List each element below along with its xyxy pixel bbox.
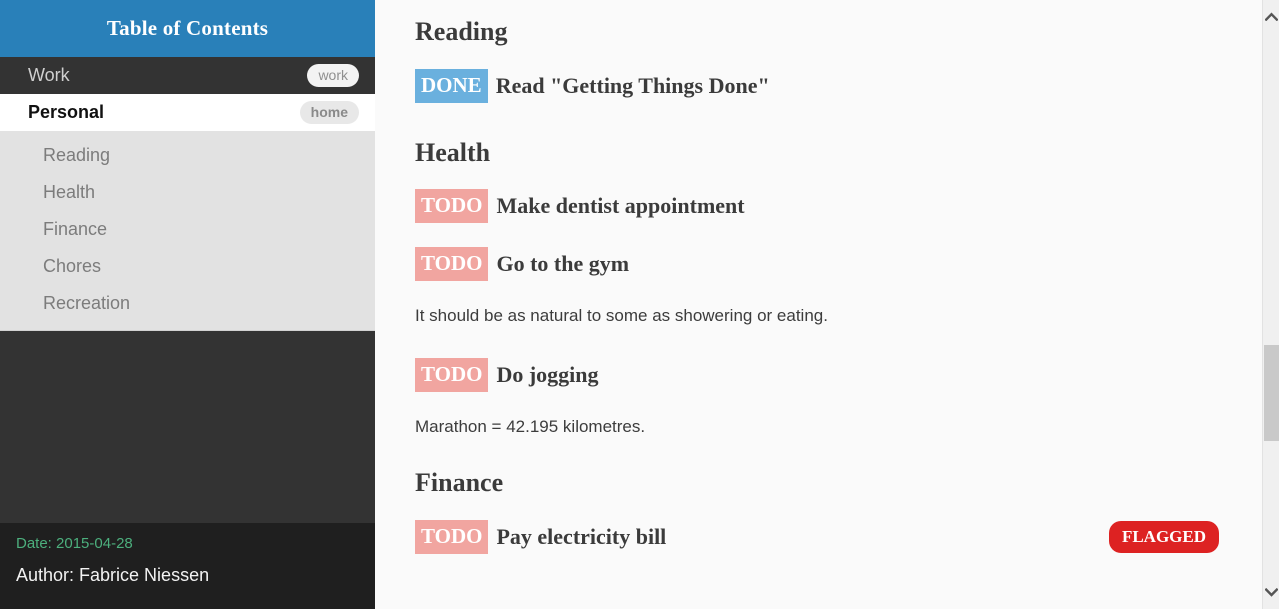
- chevron-down-icon[interactable]: [1263, 584, 1279, 601]
- scrollbar-thumb[interactable]: [1264, 345, 1279, 441]
- sidebar: Table of Contents Work work Personal hom…: [0, 0, 375, 609]
- sidebar-item-health[interactable]: Health: [0, 174, 375, 211]
- sidebar-item-finance[interactable]: Finance: [0, 211, 375, 248]
- task-row[interactable]: TODO Make dentist appointment: [415, 189, 1219, 224]
- chevron-up-icon[interactable]: [1263, 8, 1279, 25]
- sidebar-item-personal-label: Personal: [28, 102, 105, 122]
- sidebar-item-work-label: Work: [28, 65, 70, 85]
- sidebar-item-personal-tag: home: [299, 101, 359, 124]
- task-keyword-todo[interactable]: TODO: [415, 247, 489, 282]
- document-date: Date: 2015-04-28: [16, 535, 133, 552]
- task-title: Make dentist appointment: [496, 193, 745, 219]
- main-content: Reading DONE Read "Getting Things Done" …: [375, 0, 1279, 609]
- task-title: Pay electricity bill: [496, 523, 667, 549]
- document-author: Author: Fabrice Niessen: [16, 565, 210, 585]
- task-row[interactable]: TODO Do jogging: [415, 358, 1219, 393]
- sidebar-item-chores[interactable]: Chores: [0, 248, 375, 285]
- app-root: Table of Contents Work work Personal hom…: [0, 0, 1279, 609]
- sidebar-item-health-label: Health: [43, 182, 96, 202]
- document-body: Reading DONE Read "Getting Things Done" …: [415, 0, 1279, 554]
- task-row[interactable]: TODO Pay electricity bill FLAGGED: [415, 519, 1219, 554]
- sidebar-item-chores-label: Chores: [43, 256, 102, 276]
- task-keyword-todo[interactable]: TODO: [415, 519, 489, 554]
- task-row[interactable]: DONE Read "Getting Things Done": [415, 68, 1219, 103]
- task-keyword-todo[interactable]: TODO: [415, 189, 489, 224]
- task-keyword-todo[interactable]: TODO: [415, 358, 489, 393]
- paragraph-text: Marathon = 42.195 kilometres.: [415, 417, 646, 437]
- sidebar-footer: Date: 2015-04-28 Author: Fabrice Niessen: [0, 523, 375, 609]
- vertical-scrollbar[interactable]: [1262, 0, 1279, 609]
- sidebar-item-reading-label: Reading: [43, 145, 111, 165]
- sidebar-top-nav: Work work Personal home: [0, 57, 375, 131]
- sidebar-item-work-tag: work: [307, 64, 359, 87]
- sidebar-item-work[interactable]: Work work: [0, 57, 375, 94]
- task-row[interactable]: TODO Go to the gym: [415, 247, 1219, 282]
- task-title: Go to the gym: [496, 251, 630, 277]
- sidebar-item-recreation-label: Recreation: [43, 293, 131, 313]
- sidebar-spacer: [0, 331, 375, 523]
- toc-header-title: Table of Contents: [106, 16, 269, 40]
- sidebar-item-personal[interactable]: Personal home: [0, 94, 375, 131]
- sidebar-item-finance-label: Finance: [43, 219, 108, 239]
- task-title: Read "Getting Things Done": [495, 72, 770, 98]
- paragraph-text: It should be as natural to some as showe…: [415, 306, 828, 326]
- sidebar-submenu: Reading Health Finance Chores Recreation: [0, 131, 375, 331]
- task-title: Do jogging: [496, 362, 599, 388]
- status-badge-flagged: FLAGGED: [1108, 520, 1219, 553]
- task-keyword-done[interactable]: DONE: [415, 68, 488, 103]
- section-heading-health: Health: [415, 137, 491, 167]
- section-heading-finance: Finance: [415, 468, 504, 498]
- sidebar-item-recreation[interactable]: Recreation: [0, 285, 375, 322]
- sidebar-item-reading[interactable]: Reading: [0, 137, 375, 174]
- section-heading-reading: Reading: [415, 17, 508, 46]
- toc-header: Table of Contents: [0, 0, 375, 57]
